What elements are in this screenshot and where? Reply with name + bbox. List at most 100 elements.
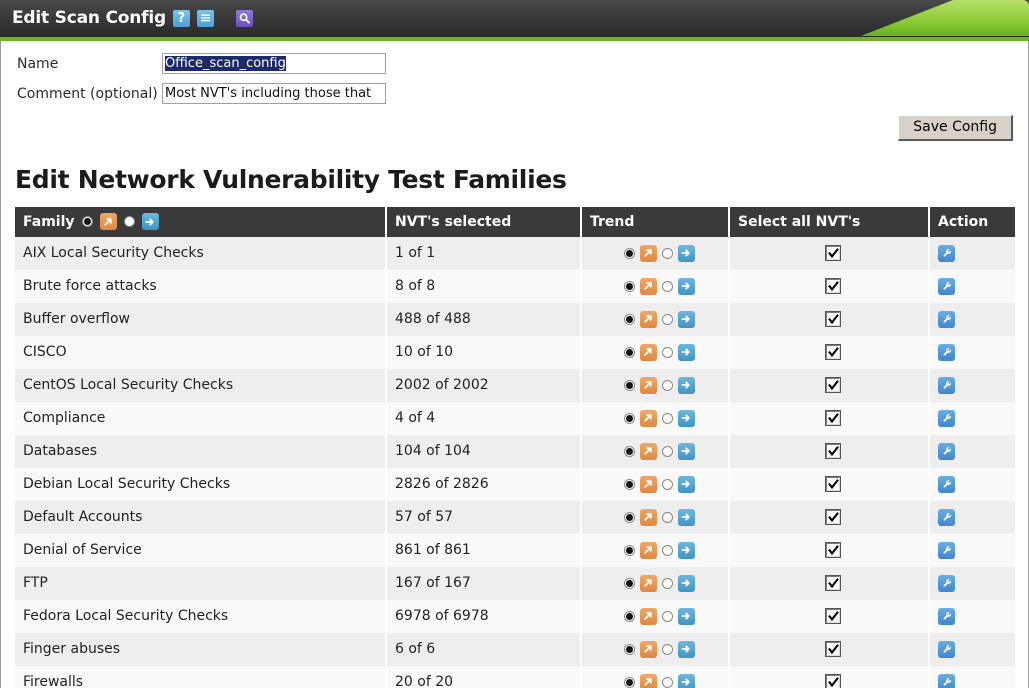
right-arrow-icon[interactable]	[678, 575, 695, 592]
diagonal-arrow-icon[interactable]	[640, 641, 657, 658]
select-all-checkbox[interactable]	[826, 246, 840, 260]
trend-static-radio[interactable]	[662, 611, 673, 622]
diagonal-arrow-icon[interactable]	[640, 344, 657, 361]
sort-static-radio[interactable]	[124, 216, 135, 227]
trend-dynamic-radio[interactable]	[624, 611, 635, 622]
trend-dynamic-radio[interactable]	[624, 347, 635, 358]
trend-dynamic-radio[interactable]	[624, 314, 635, 325]
select-all-checkbox[interactable]	[826, 675, 840, 688]
diagonal-arrow-icon[interactable]	[640, 608, 657, 625]
trend-dynamic-radio[interactable]	[624, 479, 635, 490]
trend-dynamic-radio[interactable]	[624, 413, 635, 424]
diagonal-arrow-icon[interactable]	[640, 443, 657, 460]
list-icon[interactable]	[197, 10, 214, 27]
wrench-icon[interactable]	[938, 542, 955, 559]
trend-dynamic-radio[interactable]	[624, 380, 635, 391]
select-all-checkbox[interactable]	[826, 576, 840, 590]
search-icon-shape	[238, 12, 251, 25]
diagonal-arrow-icon[interactable]	[640, 542, 657, 559]
wrench-icon[interactable]	[938, 344, 955, 361]
trend-static-radio[interactable]	[662, 413, 673, 424]
wrench-icon[interactable]	[938, 476, 955, 493]
wrench-icon[interactable]	[938, 410, 955, 427]
select-all-checkbox[interactable]	[826, 279, 840, 293]
select-all-checkbox[interactable]	[826, 378, 840, 392]
right-arrow-icon[interactable]	[678, 410, 695, 427]
trend-static-radio[interactable]	[662, 479, 673, 490]
trend-static-radio[interactable]	[662, 380, 673, 391]
trend-dynamic-radio[interactable]	[624, 281, 635, 292]
wrench-icon[interactable]	[938, 443, 955, 460]
select-all-checkbox[interactable]	[826, 609, 840, 623]
table-row: Default Accounts57 of 57	[15, 501, 1015, 534]
right-arrow-icon[interactable]	[678, 641, 695, 658]
right-arrow-icon[interactable]	[678, 476, 695, 493]
select-all-checkbox[interactable]	[826, 312, 840, 326]
diagonal-arrow-icon[interactable]	[640, 509, 657, 526]
wrench-icon[interactable]	[938, 311, 955, 328]
table-row: Databases104 of 104	[15, 435, 1015, 468]
wrench-icon[interactable]	[938, 245, 955, 262]
right-arrow-icon[interactable]	[142, 213, 159, 230]
trend-dynamic-radio[interactable]	[624, 545, 635, 556]
sort-dynamic-radio[interactable]	[82, 216, 93, 227]
trend-dynamic-radio[interactable]	[624, 644, 635, 655]
diagonal-arrow-icon[interactable]	[640, 278, 657, 295]
diagonal-arrow-icon[interactable]	[640, 410, 657, 427]
select-all-checkbox[interactable]	[826, 444, 840, 458]
select-all-checkbox[interactable]	[826, 477, 840, 491]
help-icon[interactable]: ?	[173, 10, 190, 27]
right-arrow-icon[interactable]	[678, 542, 695, 559]
trend-static-radio[interactable]	[662, 314, 673, 325]
right-arrow-icon[interactable]	[678, 311, 695, 328]
right-arrow-icon[interactable]	[678, 245, 695, 262]
wrench-icon-shape	[941, 577, 953, 589]
table-row: Debian Local Security Checks2826 of 2826	[15, 468, 1015, 501]
diagonal-arrow-icon[interactable]	[640, 377, 657, 394]
wrench-icon[interactable]	[938, 509, 955, 526]
select-all-checkbox[interactable]	[826, 345, 840, 359]
right-arrow-icon[interactable]	[678, 377, 695, 394]
select-all-checkbox[interactable]	[826, 510, 840, 524]
comment-input[interactable]: Most NVT's including those that	[162, 83, 386, 104]
right-arrow-icon[interactable]	[678, 674, 695, 688]
trend-static-radio[interactable]	[662, 677, 673, 688]
save-config-button[interactable]: Save Config	[898, 115, 1013, 141]
select-all-checkbox[interactable]	[826, 543, 840, 557]
right-arrow-icon[interactable]	[678, 443, 695, 460]
wrench-icon[interactable]	[938, 278, 955, 295]
trend-dynamic-radio[interactable]	[624, 512, 635, 523]
select-all-checkbox[interactable]	[826, 411, 840, 425]
trend-static-radio[interactable]	[662, 248, 673, 259]
right-arrow-icon[interactable]	[678, 344, 695, 361]
diagonal-arrow-icon[interactable]	[640, 311, 657, 328]
trend-static-radio[interactable]	[662, 281, 673, 292]
diagonal-arrow-icon[interactable]	[640, 476, 657, 493]
diagonal-arrow-icon[interactable]	[640, 575, 657, 592]
trend-static-radio[interactable]	[662, 347, 673, 358]
trend-static-radio[interactable]	[662, 545, 673, 556]
select-all-checkbox[interactable]	[826, 642, 840, 656]
name-input[interactable]: Office_scan_config	[162, 53, 386, 74]
wrench-icon[interactable]	[938, 641, 955, 658]
trend-static-radio[interactable]	[662, 512, 673, 523]
trend-dynamic-radio[interactable]	[624, 578, 635, 589]
diagonal-arrow-icon[interactable]	[640, 245, 657, 262]
right-arrow-icon[interactable]	[678, 509, 695, 526]
right-arrow-icon[interactable]	[678, 278, 695, 295]
right-arrow-icon[interactable]	[678, 608, 695, 625]
search-icon[interactable]	[236, 10, 253, 27]
trend-dynamic-radio[interactable]	[624, 248, 635, 259]
cell-select-all	[729, 501, 929, 534]
diagonal-arrow-icon[interactable]	[640, 674, 657, 688]
trend-static-radio[interactable]	[662, 578, 673, 589]
wrench-icon[interactable]	[938, 608, 955, 625]
diagonal-arrow-icon[interactable]	[100, 213, 117, 230]
trend-dynamic-radio[interactable]	[624, 677, 635, 688]
wrench-icon[interactable]	[938, 377, 955, 394]
trend-static-radio[interactable]	[662, 644, 673, 655]
trend-dynamic-radio[interactable]	[624, 446, 635, 457]
wrench-icon[interactable]	[938, 674, 955, 688]
trend-static-radio[interactable]	[662, 446, 673, 457]
wrench-icon[interactable]	[938, 575, 955, 592]
